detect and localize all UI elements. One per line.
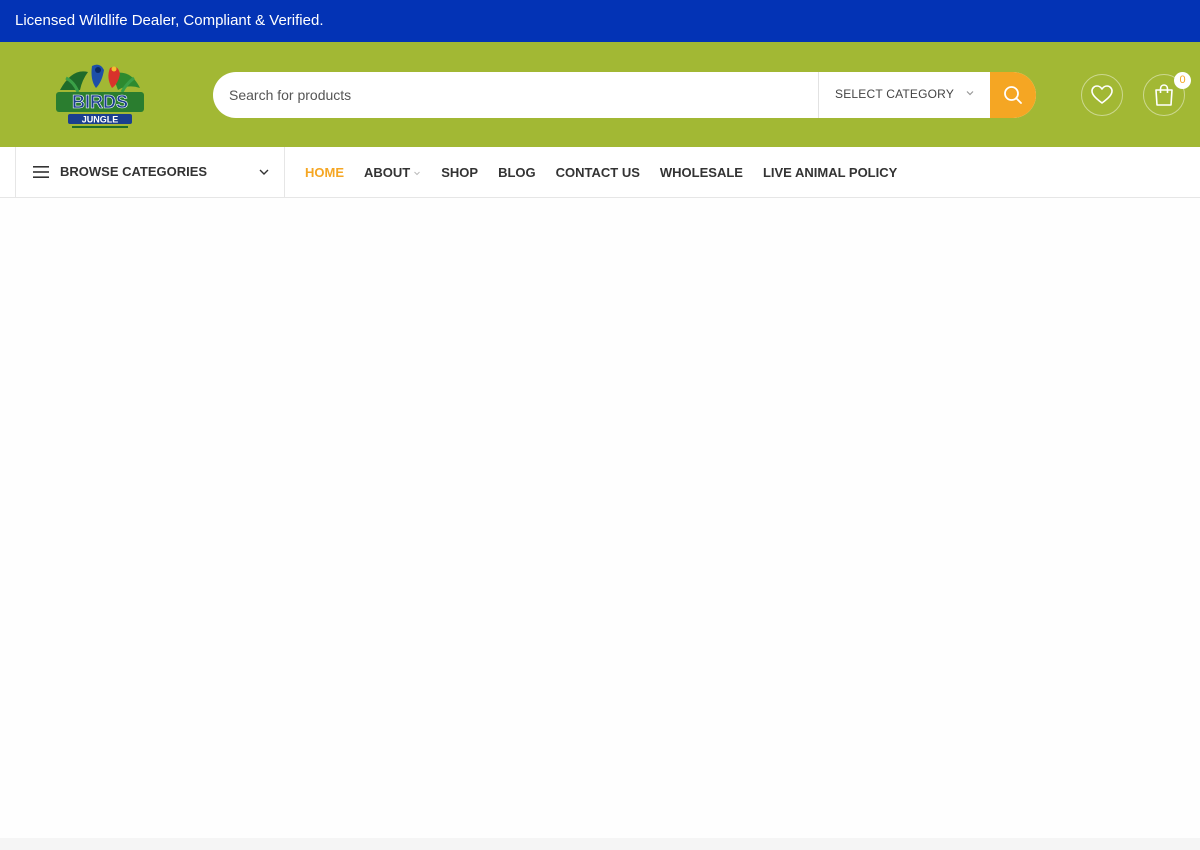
shopping-bag-icon [1155, 84, 1173, 106]
search-icon [1004, 86, 1022, 104]
browse-categories-label: BROWSE CATEGORIES [60, 164, 208, 179]
svg-text:JUNGLE: JUNGLE [82, 115, 119, 125]
main-content-area [0, 198, 1200, 838]
primary-menu: HOME ABOUT SHOP BLOG CONTACT US WHOLESAL… [305, 147, 917, 198]
hamburger-menu-icon [33, 166, 49, 178]
product-search-form: SELECT CATEGORY [213, 72, 1036, 118]
search-button[interactable] [990, 72, 1036, 118]
chevron-down-icon [414, 171, 421, 175]
wishlist-button[interactable] [1081, 74, 1123, 116]
category-select-label: SELECT CATEGORY [835, 87, 955, 101]
chevron-down-icon [259, 169, 269, 175]
category-select[interactable]: SELECT CATEGORY [818, 72, 990, 118]
nav-item-about-label: ABOUT [364, 165, 411, 180]
nav-item-about[interactable]: ABOUT [364, 165, 421, 180]
announcement-text: Licensed Wildlife Dealer, Compliant & Ve… [15, 12, 324, 29]
svg-text:BIRDS: BIRDS [72, 92, 128, 112]
heart-icon [1091, 85, 1113, 104]
top-announcement-bar: Licensed Wildlife Dealer, Compliant & Ve… [0, 0, 1200, 42]
site-header: BIRDS JUNGLE SELECT CATEGORY [0, 42, 1200, 147]
nav-item-live-animal-policy[interactable]: LIVE ANIMAL POLICY [763, 165, 897, 180]
cart-count-badge: 0 [1174, 72, 1191, 89]
footer-divider [0, 838, 1200, 850]
browse-categories-button[interactable]: BROWSE CATEGORIES [15, 147, 285, 198]
search-input[interactable] [229, 72, 819, 118]
site-logo[interactable]: BIRDS JUNGLE [52, 60, 148, 130]
birds-jungle-logo: BIRDS JUNGLE [56, 64, 144, 128]
nav-item-shop[interactable]: SHOP [441, 165, 478, 180]
cart-button[interactable]: 0 [1143, 72, 1191, 116]
nav-item-contact-us[interactable]: CONTACT US [556, 165, 640, 180]
nav-item-home[interactable]: HOME [305, 165, 344, 180]
main-navigation-bar: BROWSE CATEGORIES HOME ABOUT SHOP BLOG C… [0, 147, 1200, 198]
chevron-down-icon [966, 91, 974, 96]
nav-item-wholesale[interactable]: WHOLESALE [660, 165, 743, 180]
nav-item-blog[interactable]: BLOG [498, 165, 536, 180]
